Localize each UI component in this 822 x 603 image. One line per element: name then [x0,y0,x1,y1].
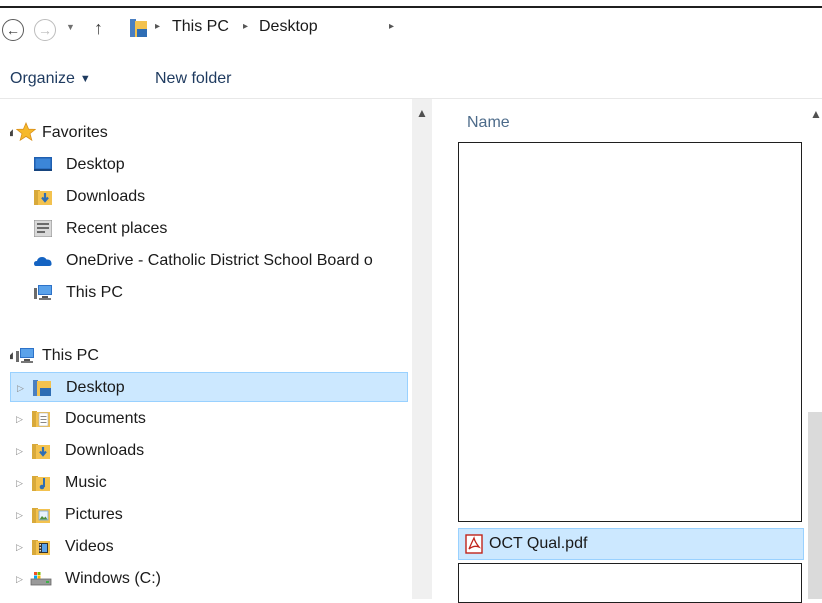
nav-this-pc-desktop[interactable]: ▷ Desktop [10,372,408,402]
nav-item-label: OneDrive - Catholic District School Boar… [66,252,373,269]
videos-folder-icon [32,540,50,555]
nav-item-label: Desktop [66,379,125,396]
breadcrumb-desktop[interactable]: Desktop [259,18,318,36]
arrow-right-icon: → [38,22,52,38]
column-header-name[interactable]: Name [467,114,510,132]
nav-item-label: Downloads [65,442,145,459]
breadcrumb-separator[interactable]: ▸ [389,21,394,32]
nav-this-pc-music[interactable]: ▷ Music [10,468,408,498]
downloads-folder-icon [34,190,52,205]
scroll-up-icon[interactable]: ▲ [416,106,428,120]
nav-this-pc-label: This PC [42,347,99,364]
new-folder-label: New folder [155,70,232,87]
file-preview-box [458,563,802,603]
expand-arrow-icon[interactable]: ▷ [16,468,26,498]
up-button[interactable]: ↑ [94,18,103,39]
nav-item-label: Downloads [66,188,146,205]
nav-favorites[interactable]: ◢ Favorites [10,118,408,148]
nav-favorites-recent-places[interactable]: Recent places [10,214,408,244]
computer-icon [34,285,52,300]
expand-arrow-icon[interactable]: ▷ [16,436,26,466]
expand-arrow-icon[interactable]: ▷ [17,373,27,401]
nav-favorites-this-pc[interactable]: This PC [10,278,408,308]
nav-item-label: Music [65,474,107,491]
recent-locations-button[interactable]: ▼ [66,22,75,32]
recent-places-icon [34,220,52,237]
desktop-folder-icon [130,19,147,37]
nav-item-label: Documents [65,410,146,427]
pictures-folder-icon [32,508,50,523]
scrollbar-thumb[interactable] [808,412,822,599]
nav-this-pc-downloads[interactable]: ▷ Downloads [10,436,408,466]
arrow-up-icon: ↑ [94,18,103,38]
organize-button[interactable]: Organize ▼ [10,70,91,88]
expand-arrow-icon[interactable]: ▷ [16,404,26,434]
downloads-folder-icon [32,444,50,459]
forward-button[interactable]: → [34,19,56,41]
pdf-icon [465,534,483,554]
nav-favorites-onedrive[interactable]: OneDrive - Catholic District School Boar… [10,246,408,276]
expand-arrow-icon[interactable]: ▷ [16,532,26,562]
breadcrumb-separator[interactable]: ▸ [155,21,160,32]
nav-favorites-downloads[interactable]: Downloads [10,182,408,212]
toolbar: Organize ▼ New folder [0,58,822,98]
nav-item-label: Videos [65,538,114,555]
expand-arrow-icon[interactable]: ▷ [16,564,26,594]
chevron-down-icon: ▼ [66,22,75,32]
nav-this-pc-videos[interactable]: ▷ Videos [10,532,408,562]
organize-label: Organize [10,70,75,87]
nav-item-label: Recent places [66,220,168,237]
file-row[interactable]: OCT Qual.pdf [458,528,804,560]
nav-item-label: Windows (C:) [65,570,162,587]
nav-this-pc-documents[interactable]: ▷ Documents [10,404,408,434]
file-preview-box [458,142,802,522]
breadcrumb-separator[interactable]: ▸ [243,21,248,32]
back-button[interactable]: ← [2,19,24,41]
address-bar: ← → ▼ ↑ ▸ This PC ▸ Desktop ▸ [0,0,822,50]
arrow-left-icon: ← [6,22,20,38]
expand-arrow-icon[interactable]: ▷ [16,500,26,530]
documents-folder-icon [32,411,50,427]
nav-pane-scrollbar[interactable] [412,99,432,599]
nav-favorites-desktop[interactable]: Desktop [10,150,408,180]
nav-item-label: Desktop [66,156,125,173]
drive-icon [30,572,52,586]
onedrive-icon [34,257,52,266]
nav-this-pc-pictures[interactable]: ▷ Pictures [10,500,408,530]
nav-item-label: Pictures [65,506,123,523]
new-folder-button[interactable]: New folder [155,70,231,88]
caret-down-icon: ▼ [79,73,91,85]
nav-favorites-label: Favorites [42,124,108,141]
computer-icon [16,348,34,363]
nav-this-pc-windows-c[interactable]: ▷ Windows (C:) [10,564,408,594]
desktop-folder-icon [33,380,51,396]
music-folder-icon [32,476,50,491]
file-name: OCT Qual.pdf [489,535,588,552]
breadcrumb-this-pc[interactable]: This PC [172,18,229,36]
desktop-icon [34,157,52,171]
nav-this-pc[interactable]: ◢ This PC [10,341,408,371]
star-icon [16,122,36,142]
window-top-border [0,6,822,8]
scroll-up-icon[interactable]: ▲ [810,107,822,121]
nav-item-label: This PC [66,284,123,301]
